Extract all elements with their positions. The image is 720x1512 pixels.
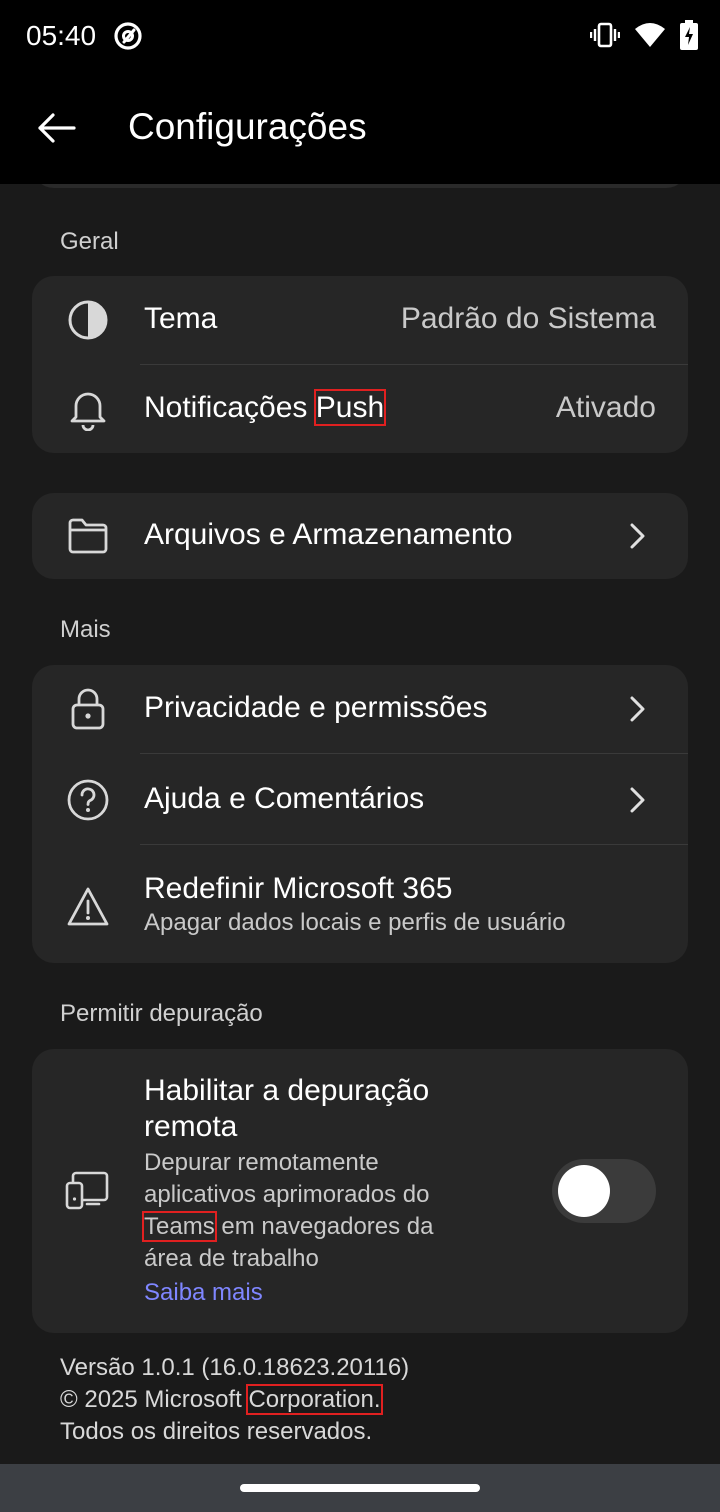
bell-icon — [64, 385, 112, 433]
folder-icon — [64, 512, 112, 560]
back-button[interactable] — [30, 104, 82, 156]
row-notificacoes-label: Notificações Push — [144, 389, 387, 426]
theme-contrast-icon — [64, 296, 112, 344]
debug-desc-teams: Teams — [142, 1211, 217, 1242]
card-mais: Privacidade e permissões Ajuda e Comentá… — [32, 665, 688, 963]
remote-debug-toggle[interactable] — [552, 1159, 656, 1223]
wifi-icon — [634, 21, 666, 54]
copyright-corporation: Corporation. — [246, 1384, 383, 1415]
row-privacidade-label: Privacidade e permissões — [144, 691, 488, 724]
debug-desc-line2: aplicativos aprimorados do — [144, 1181, 430, 1208]
version-text: Versão 1.0.1 (16.0.18623.20116) — [60, 1354, 410, 1381]
row-redefinir-label: Redefinir Microsoft 365 — [144, 872, 453, 905]
row-ajuda[interactable]: Ajuda e Comentários — [32, 754, 688, 845]
notif-label-text: Notificações — [144, 391, 316, 424]
battery-charging-icon — [680, 20, 698, 55]
page-title: Configurações — [128, 106, 367, 147]
lock-icon — [64, 685, 112, 733]
section-label-depuracao: Permitir depuração — [60, 1000, 263, 1027]
previous-card-edge — [32, 184, 688, 188]
row-redefinir-sub: Apagar dados locais e perfis de usuário — [144, 909, 566, 936]
card-arquivos[interactable]: Arquivos e Armazenamento — [32, 493, 688, 579]
home-gesture-handle[interactable] — [240, 1484, 480, 1492]
at-sign-icon — [112, 20, 144, 52]
chevron-right-icon — [626, 522, 648, 550]
chevron-right-icon — [626, 695, 648, 723]
remote-device-icon — [64, 1167, 112, 1215]
vibrate-icon — [589, 22, 621, 53]
row-ajuda-label: Ajuda e Comentários — [144, 782, 425, 815]
app-bar: Configurações — [0, 74, 720, 184]
debug-desc-line1: Depurar remotamente — [144, 1149, 379, 1176]
saiba-mais-link[interactable]: Saiba mais — [144, 1277, 544, 1309]
debug-title-line1: Habilitar a depuração — [144, 1074, 430, 1107]
copyright-prefix: © 2025 Microsoft — [60, 1386, 249, 1413]
notif-label-push: Push — [313, 389, 387, 426]
row-notificacoes-value: Ativado — [555, 391, 656, 424]
footer: Versão 1.0.1 (16.0.18623.20116) © 2025 M… — [60, 1352, 409, 1448]
section-label-mais: Mais — [60, 616, 111, 643]
rights-text: Todos os direitos reservados. — [60, 1418, 373, 1445]
row-redefinir[interactable]: Redefinir Microsoft 365 Apagar dados loc… — [32, 845, 688, 963]
debug-desc-line3: Teams em navegadores da — [142, 1211, 544, 1243]
debug-title: Habilitar a depuração remota — [144, 1073, 544, 1145]
row-tema-label: Tema — [144, 302, 218, 335]
settings-content[interactable]: Geral Tema Padrão do Sistema Notificaçõe… — [0, 184, 720, 1464]
debug-text-block: Habilitar a depuração remota Depurar rem… — [142, 1073, 544, 1309]
debug-title-line2: remota — [144, 1110, 238, 1143]
row-notificacoes[interactable]: Notificações Push Ativado — [32, 365, 688, 453]
arrow-left-icon — [36, 112, 76, 149]
toggle-knob — [558, 1165, 610, 1217]
card-geral: Tema Padrão do Sistema Notificações Push… — [32, 276, 688, 453]
status-icons — [589, 20, 698, 55]
card-depuracao: Habilitar a depuração remota Depurar rem… — [32, 1049, 688, 1333]
debug-desc-line3-rest: em navegadores da — [214, 1213, 434, 1240]
row-tema-value: Padrão do Sistema — [400, 302, 656, 335]
copyright-text: © 2025 Microsoft Corporation. — [60, 1384, 409, 1416]
debug-description: Depurar remotamente aplicativos aprimora… — [142, 1147, 544, 1275]
help-circle-icon — [64, 776, 112, 824]
status-bar: 05:40 — [0, 0, 720, 74]
row-privacidade[interactable]: Privacidade e permissões — [32, 665, 688, 754]
warning-icon — [64, 883, 112, 931]
row-arquivos-label: Arquivos e Armazenamento — [144, 518, 513, 551]
status-time: 05:40 — [26, 20, 97, 51]
section-label-geral: Geral — [60, 228, 119, 255]
row-tema[interactable]: Tema Padrão do Sistema — [32, 276, 688, 365]
gesture-nav-bar — [0, 1464, 720, 1512]
chevron-right-icon — [626, 786, 648, 814]
debug-desc-line4: área de trabalho — [144, 1245, 319, 1272]
